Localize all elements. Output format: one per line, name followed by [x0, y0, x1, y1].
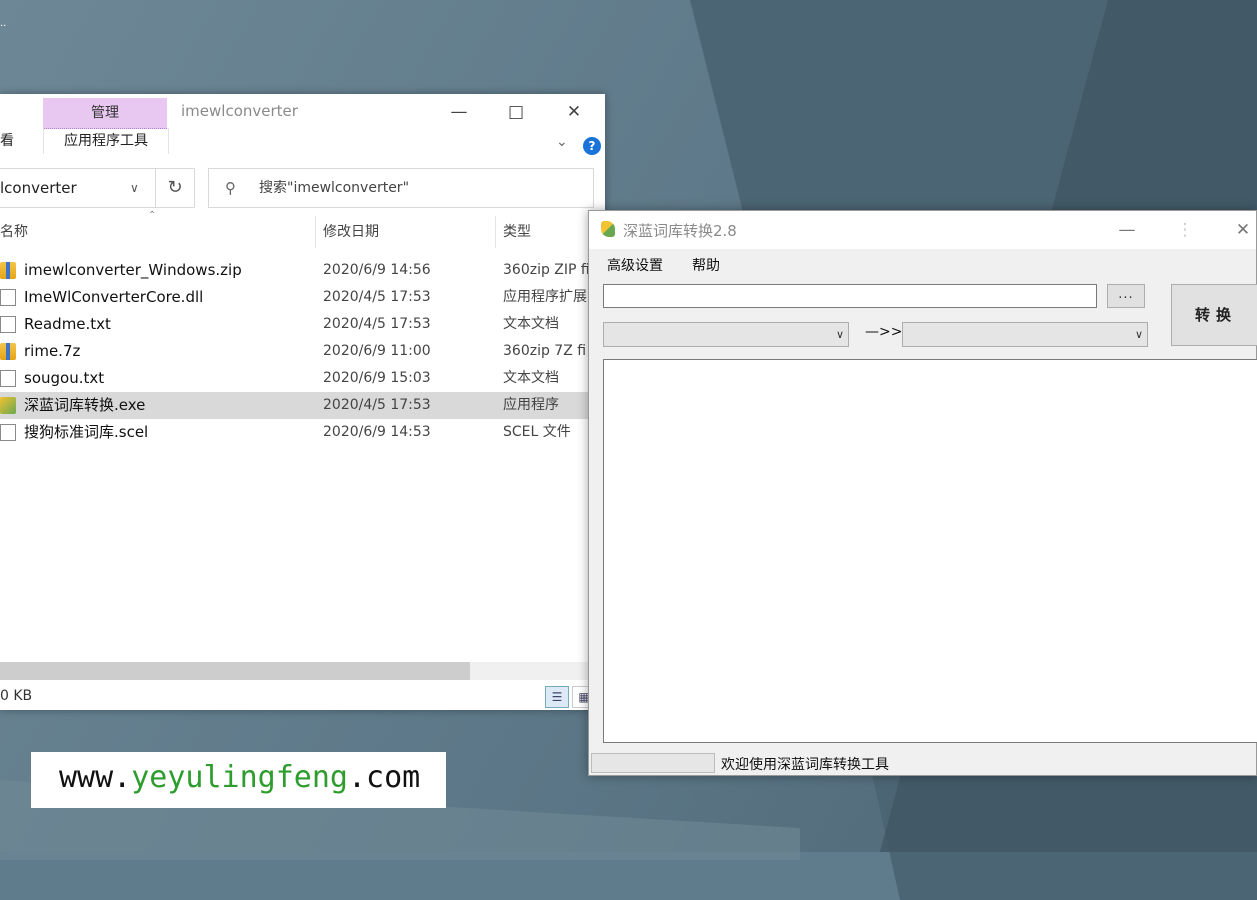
file-date: 2020/4/5 17:53 [323, 316, 431, 332]
horizontal-scrollbar-track[interactable] [470, 662, 590, 680]
file-name: 搜狗标准词库.scel [24, 423, 149, 441]
file-type: 应用程序扩展 [503, 289, 587, 305]
refresh-button[interactable]: ↻ [156, 168, 195, 208]
desktop-icon-fragment: .. [0, 18, 7, 29]
maximize-button[interactable]: ⋮ [1165, 217, 1205, 243]
file-list: imewlconverter_Windows.zip 2020/6/9 14:5… [0, 257, 605, 446]
file-date: 2020/6/9 14:56 [323, 262, 431, 278]
file-date: 2020/6/9 14:53 [323, 424, 431, 440]
close-button[interactable]: ✕ [1223, 217, 1257, 243]
file-type: 360zip ZIP fi [503, 262, 590, 278]
output-textarea[interactable] [603, 359, 1257, 743]
direction-arrow-label: —>> [865, 324, 903, 340]
watermark-banner: www.yeyulingfeng.com [31, 752, 446, 808]
ribbon-tab-app-tools[interactable]: 应用程序工具 [43, 128, 169, 154]
close-button[interactable]: ✕ [551, 98, 597, 126]
file-date: 2020/4/5 17:53 [323, 289, 431, 305]
file-type: 应用程序 [503, 397, 559, 413]
converter-window: 深蓝词库转换2.8 — ⋮ ✕ 高级设置 帮助 ... 转换 ∨ —>> ∨ 欢… [588, 210, 1257, 776]
watermark-domain: yeyulingfeng [131, 760, 348, 795]
search-input[interactable]: ⚲ 搜索"imewlconverter" [208, 168, 594, 208]
zip-icon [0, 343, 16, 360]
ribbon-tab-view[interactable]: 查看 [0, 128, 14, 154]
horizontal-scrollbar-thumb[interactable] [0, 662, 470, 680]
ribbon-expand-chevron-icon[interactable]: ⌄ [556, 134, 568, 150]
status-bar: 欢迎使用深蓝词库转换工具 [589, 751, 1256, 775]
watermark-prefix: www. [59, 760, 132, 795]
file-path-input[interactable] [603, 284, 1097, 308]
watermark-suffix: .com [348, 760, 421, 795]
file-row[interactable]: imewlconverter_Windows.zip 2020/6/9 14:5… [0, 257, 605, 284]
menu-bar: 高级设置 帮助 [589, 251, 1256, 279]
status-message: 欢迎使用深蓝词库转换工具 [721, 757, 889, 773]
minimize-button[interactable]: — [436, 98, 482, 126]
status-size: 0 KB [0, 688, 33, 704]
search-icon: ⚲ [225, 179, 236, 197]
file-row[interactable]: sougou.txt 2020/6/9 15:03 文本文档 [0, 365, 605, 392]
file-type: 文本文档 [503, 316, 559, 332]
column-header-name[interactable]: 名称 [0, 216, 28, 248]
file-type: 文本文档 [503, 370, 559, 386]
column-divider[interactable] [495, 216, 496, 248]
window-title: imewlconverter [181, 102, 298, 120]
details-view-icon[interactable]: ☰ [545, 686, 569, 708]
chevron-down-icon: ∨ [1134, 328, 1143, 341]
file-date: 2020/6/9 11:00 [323, 343, 431, 359]
column-header-date[interactable]: 修改日期 [323, 216, 379, 248]
text-file-icon [0, 370, 16, 387]
file-name: ImeWlConverterCore.dll [24, 288, 204, 306]
file-type: 360zip 7Z fi [503, 343, 587, 359]
address-bar[interactable]: lconverter ∨ [0, 168, 156, 208]
exe-icon [0, 397, 16, 414]
converter-title: 深蓝词库转换2.8 [623, 222, 737, 240]
app-logo-icon [601, 221, 615, 237]
ribbon-tab-manage[interactable]: 管理 [43, 98, 167, 129]
menu-advanced-settings[interactable]: 高级设置 [607, 255, 663, 275]
column-header-type[interactable]: 类型 [503, 216, 531, 248]
file-row[interactable]: 搜狗标准词库.scel 2020/6/9 14:53 SCEL 文件 [0, 419, 605, 446]
file-name: Readme.txt [24, 315, 111, 333]
converter-titlebar[interactable]: 深蓝词库转换2.8 — ⋮ ✕ [589, 211, 1256, 249]
browse-button[interactable]: ... [1107, 284, 1145, 308]
chevron-down-icon: ∨ [835, 328, 844, 341]
file-date: 2020/4/5 17:53 [323, 397, 431, 413]
file-explorer-window: 管理 查看 应用程序工具 imewlconverter — □ ✕ ⌄ ? lc… [0, 94, 605, 710]
file-name: 深蓝词库转换.exe [24, 396, 146, 414]
minimize-button[interactable]: — [1107, 217, 1147, 243]
chevron-down-icon[interactable]: ∨ [130, 169, 139, 207]
source-format-select[interactable]: ∨ [603, 322, 849, 347]
file-row[interactable]: rime.7z 2020/6/9 11:00 360zip 7Z fi [0, 338, 605, 365]
sort-caret-icon: ⌃ [148, 210, 157, 221]
progress-bar [591, 753, 715, 773]
help-icon[interactable]: ? [583, 137, 601, 155]
file-name: rime.7z [24, 342, 81, 360]
file-name: sougou.txt [24, 369, 105, 387]
watermark-text: www.yeyulingfeng.com [59, 760, 420, 795]
convert-button[interactable]: 转换 [1171, 284, 1257, 346]
dll-icon [0, 289, 16, 306]
zip-icon [0, 262, 16, 279]
file-row[interactable]: Readme.txt 2020/4/5 17:53 文本文档 [0, 311, 605, 338]
file-date: 2020/6/9 15:03 [323, 370, 431, 386]
target-format-select[interactable]: ∨ [902, 322, 1148, 347]
menu-help[interactable]: 帮助 [692, 255, 720, 275]
file-type: SCEL 文件 [503, 424, 571, 440]
text-file-icon [0, 316, 16, 333]
address-text: lconverter [0, 179, 77, 197]
file-icon [0, 424, 16, 441]
file-name: imewlconverter_Windows.zip [24, 261, 242, 279]
column-divider[interactable] [315, 216, 316, 248]
search-placeholder: 搜索"imewlconverter" [259, 180, 410, 196]
file-row-selected[interactable]: 深蓝词库转换.exe 2020/4/5 17:53 应用程序 [0, 392, 605, 419]
maximize-button[interactable]: □ [493, 98, 539, 126]
file-row[interactable]: ImeWlConverterCore.dll 2020/4/5 17:53 应用… [0, 284, 605, 311]
